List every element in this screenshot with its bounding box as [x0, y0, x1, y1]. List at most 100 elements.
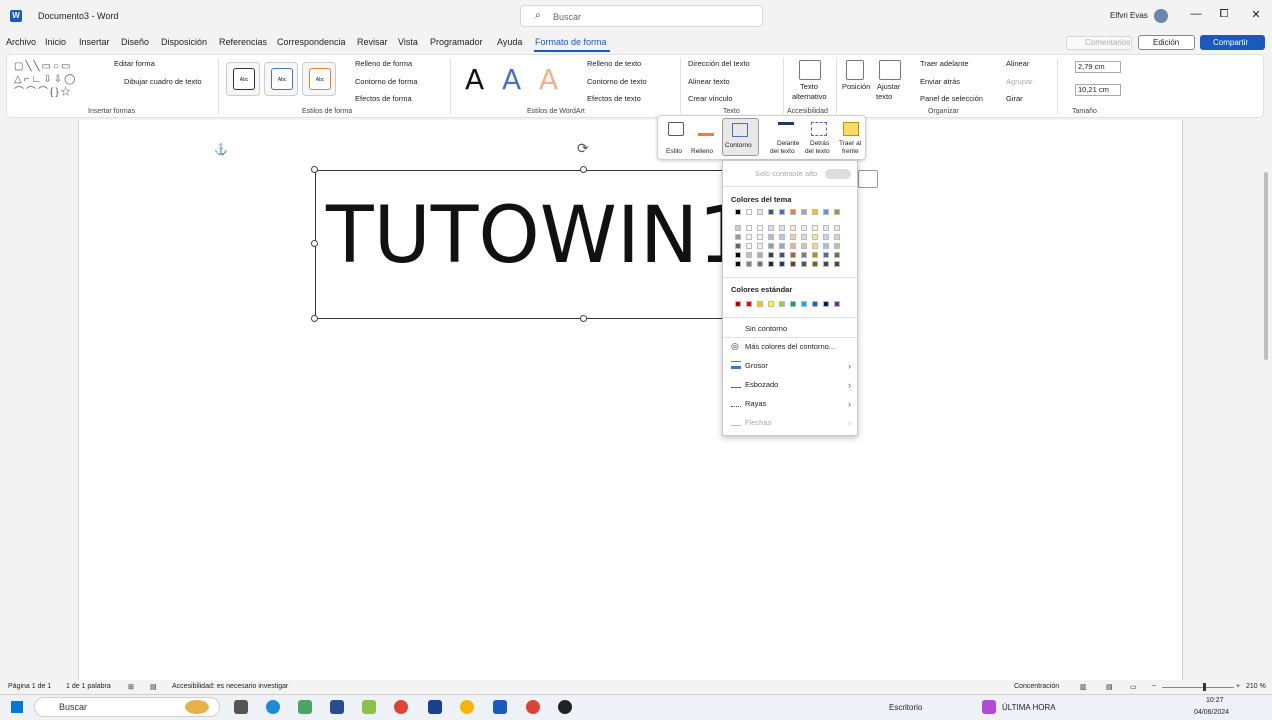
color-swatch[interactable] — [801, 243, 807, 249]
word-count[interactable]: 1 de 1 palabra — [66, 683, 111, 690]
resize-handle[interactable] — [580, 166, 587, 173]
color-swatch[interactable] — [834, 301, 840, 307]
app-icon[interactable] — [362, 700, 376, 714]
proofing-icon[interactable]: ⊞ — [128, 683, 134, 691]
color-swatch[interactable] — [812, 243, 818, 249]
color-swatch[interactable] — [768, 252, 774, 258]
outline-button-selected[interactable]: Contorno — [722, 118, 759, 156]
shape-style-1[interactable]: Abc — [226, 62, 260, 96]
app-icon[interactable] — [460, 700, 474, 714]
wordart-style-orange[interactable]: A — [539, 60, 558, 100]
wordart-style-black[interactable]: A — [465, 60, 484, 100]
color-swatch[interactable] — [790, 243, 796, 249]
text-outline-button[interactable]: Contorno de texto — [587, 77, 647, 86]
send-backward-button[interactable]: Enviar atrás — [920, 77, 960, 86]
selection-pane-button[interactable]: Panel de selección — [920, 94, 983, 103]
shape-style-2[interactable]: Abc — [264, 62, 298, 96]
wrap-text-icon[interactable] — [879, 60, 901, 80]
align-button[interactable]: Alinear — [1006, 59, 1029, 68]
color-swatch[interactable] — [735, 243, 741, 249]
color-swatch[interactable] — [735, 261, 741, 267]
color-swatch[interactable] — [834, 209, 840, 215]
bring-to-front-icon[interactable] — [843, 122, 859, 136]
clock-date[interactable]: 04/06/2024 — [1194, 709, 1229, 716]
color-swatch[interactable] — [801, 301, 807, 307]
draw-textbox-button[interactable]: Dibujar cuadro de texto — [124, 77, 202, 86]
scrollbar-thumb[interactable] — [1264, 172, 1268, 360]
app-icon[interactable] — [330, 700, 344, 714]
color-swatch[interactable] — [757, 243, 763, 249]
toolbar-in-front-label-2[interactable]: del texto — [770, 148, 795, 155]
zoom-out-icon[interactable]: − — [1152, 683, 1156, 690]
tab-ayuda[interactable]: Ayuda — [497, 37, 522, 47]
shape-outline-button[interactable]: Contorno de forma — [355, 77, 418, 86]
color-swatch[interactable] — [801, 209, 807, 215]
edit-shape-button[interactable]: Editar forma — [114, 59, 155, 68]
wrap-text-label-2[interactable]: texto — [876, 92, 892, 101]
user-avatar-icon[interactable] — [1154, 9, 1168, 23]
comments-button[interactable]: Comentarios — [1066, 36, 1132, 50]
color-swatch[interactable] — [746, 243, 752, 249]
shape-effects-button[interactable]: Efectos de forma — [355, 94, 412, 103]
toolbar-style-label[interactable]: Estilo — [666, 148, 682, 155]
text-effects-button[interactable]: Efectos de texto — [587, 94, 641, 103]
align-text-button[interactable]: Alinear texto — [688, 77, 730, 86]
color-swatch[interactable] — [768, 225, 774, 231]
color-swatch[interactable] — [834, 261, 840, 267]
behind-text-icon[interactable] — [811, 122, 827, 136]
tab-referencias[interactable]: Referencias — [219, 37, 267, 47]
color-swatch[interactable] — [779, 243, 785, 249]
app-icon[interactable] — [298, 700, 312, 714]
tab-insertar[interactable]: Insertar — [79, 37, 110, 47]
toolbar-behind-label-2[interactable]: del texto — [805, 148, 830, 155]
color-swatch[interactable] — [790, 234, 796, 240]
text-direction-button[interactable]: Dirección del texto — [688, 59, 750, 68]
color-swatch[interactable] — [757, 234, 763, 240]
color-swatch[interactable] — [823, 261, 829, 267]
color-swatch[interactable] — [735, 209, 741, 215]
create-link-button[interactable]: Crear vínculo — [688, 94, 733, 103]
color-swatch[interactable] — [812, 234, 818, 240]
no-outline-option[interactable]: Sin contorno — [745, 324, 787, 333]
toolbar-bring-front-label-2[interactable]: frente — [842, 148, 859, 155]
windows-start-icon[interactable] — [11, 701, 23, 713]
color-swatch[interactable] — [790, 209, 796, 215]
chrome-icon[interactable] — [526, 700, 540, 714]
color-swatch[interactable] — [746, 234, 752, 240]
color-swatch[interactable] — [812, 225, 818, 231]
search-box[interactable]: ⌕ Buscar — [520, 5, 763, 27]
clock-time[interactable]: 10:27 — [1206, 697, 1224, 704]
edge-icon[interactable] — [266, 700, 280, 714]
chrome-icon[interactable] — [394, 700, 408, 714]
color-swatch[interactable] — [746, 209, 752, 215]
more-outline-colors-option[interactable]: Más colores del contorno... — [745, 342, 835, 351]
toolbar-behind-label-1[interactable]: Detrás — [810, 140, 829, 147]
alt-text-icon[interactable] — [799, 60, 821, 80]
color-swatch[interactable] — [812, 209, 818, 215]
color-swatch[interactable] — [779, 234, 785, 240]
color-swatch[interactable] — [757, 301, 763, 307]
color-swatch[interactable] — [801, 225, 807, 231]
rotate-handle-icon[interactable]: ⟳ — [577, 140, 589, 157]
color-swatch[interactable] — [746, 301, 752, 307]
color-swatch[interactable] — [801, 234, 807, 240]
color-swatch[interactable] — [834, 225, 840, 231]
color-swatch[interactable] — [757, 261, 763, 267]
color-swatch[interactable] — [735, 225, 741, 231]
tab-programador[interactable]: Programador — [430, 37, 483, 47]
tab-inicio[interactable]: Inicio — [45, 37, 66, 47]
resize-handle[interactable] — [311, 315, 318, 322]
shape-height-input[interactable]: 2,79 cm — [1075, 61, 1121, 73]
bring-forward-button[interactable]: Traer adelante — [920, 59, 969, 68]
color-swatch[interactable] — [757, 252, 763, 258]
wordart-style-blue[interactable]: A — [502, 60, 521, 100]
color-swatch[interactable] — [779, 301, 785, 307]
color-swatch[interactable] — [823, 225, 829, 231]
color-swatch[interactable] — [757, 225, 763, 231]
color-swatch[interactable] — [768, 301, 774, 307]
in-front-of-text-icon[interactable] — [778, 122, 794, 136]
read-mode-icon[interactable]: ▥ — [1080, 683, 1087, 691]
layout-options-button[interactable] — [858, 170, 878, 188]
color-swatch[interactable] — [834, 243, 840, 249]
share-button[interactable]: Compartir — [1200, 35, 1265, 50]
